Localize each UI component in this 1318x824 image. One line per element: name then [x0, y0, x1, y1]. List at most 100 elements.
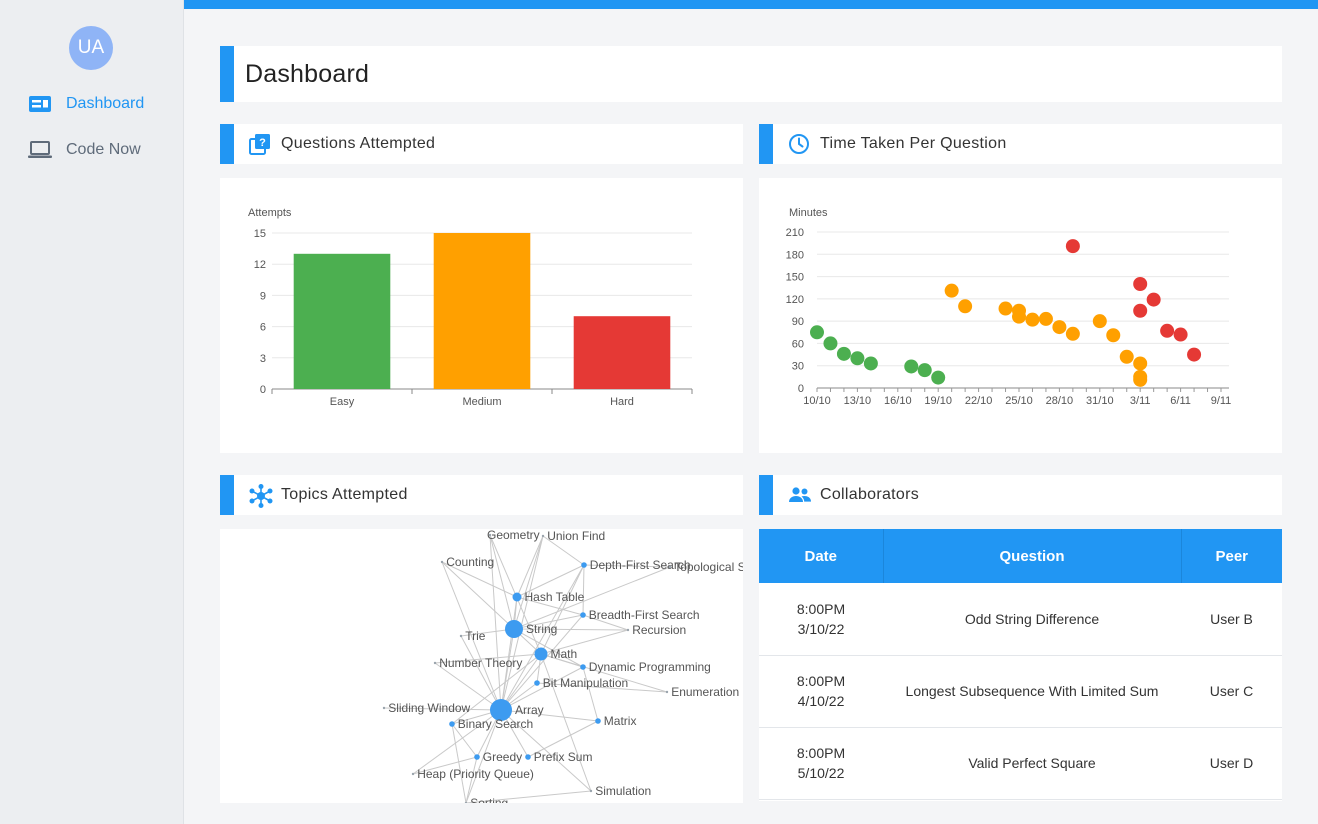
scatter-point	[1187, 347, 1202, 362]
graph-node	[665, 690, 669, 694]
column-header-date[interactable]: Date	[759, 529, 884, 583]
bar-easy	[293, 253, 391, 389]
node-label: Topological Sort	[674, 560, 743, 574]
graph-edge	[441, 561, 515, 630]
hub-network-icon	[249, 484, 273, 508]
scatter-point	[1133, 356, 1148, 371]
bar-hard	[573, 316, 671, 389]
y-tick-label: 180	[786, 249, 804, 261]
scatter-point	[1038, 311, 1053, 326]
page-header: Dashboard	[220, 46, 1282, 102]
sidebar-item-label: Code Now	[66, 141, 141, 158]
y-tick-label: 6	[260, 322, 266, 334]
node-label: Recursion	[632, 623, 686, 637]
graph-node	[580, 664, 586, 670]
sidebar-item-label: Dashboard	[66, 95, 145, 112]
time-text: 8:00PM	[796, 673, 846, 689]
node-label: Heap (Priority Queue)	[417, 767, 534, 781]
graph-node	[512, 592, 522, 602]
svg-text:?: ?	[259, 137, 266, 149]
column-header-question[interactable]: Question	[883, 529, 1182, 583]
x-tick-label: 16/10	[884, 395, 912, 407]
scatter-point	[1133, 372, 1148, 387]
graph-node	[668, 565, 672, 569]
node-label: Union Find	[547, 529, 605, 543]
time-taken-chart: Minutes 0 30 60 90 120 150 180 210 10/10 13/10 16/1…	[759, 178, 1282, 453]
graph-node	[534, 680, 540, 686]
y-tick-label: 30	[792, 361, 804, 373]
node-label: Dynamic Programming	[589, 660, 711, 674]
scatter-point	[863, 356, 878, 371]
question-cell: Valid Perfect Square	[883, 727, 1181, 800]
collaborators-header: Collaborators	[759, 475, 1282, 515]
sidebar-item-code-now[interactable]: Code Now	[28, 138, 141, 162]
scatter-point	[998, 301, 1013, 316]
questions-attempted-chart: Attempts 0 3 6 9 12 15 Easy Medium Hard	[220, 178, 743, 453]
scatter-chart: Minutes 0 30 60 90 120 150 180 210 10/10 13/10 16/1…	[786, 207, 1232, 407]
y-tick-label: 9	[260, 290, 266, 302]
time-text: 8:00PM	[796, 745, 846, 761]
date-text: 5/10/22	[797, 765, 845, 781]
scatter-point	[1133, 303, 1148, 318]
date-cell: 8:00PM 3/10/22	[759, 583, 883, 656]
node-label: Hash Table	[525, 590, 585, 604]
scatter-point	[850, 351, 865, 366]
y-tick-label: 120	[786, 294, 804, 306]
scatter-point	[1160, 323, 1175, 338]
graph-node	[449, 721, 455, 727]
node-label: Enumeration	[671, 685, 739, 699]
y-axis-label: Minutes	[789, 207, 828, 219]
graph-node	[595, 718, 601, 724]
section-title: Collaborators	[820, 486, 920, 503]
graph-node	[534, 647, 548, 661]
collaborators-table: Date Question Peer 8:00PM 3/10/22 Odd Str…	[759, 529, 1282, 800]
x-tick-label: 3/11	[1130, 395, 1151, 407]
table-row[interactable]: 8:00PM 5/10/22 Valid Perfect Square User …	[759, 727, 1282, 800]
avatar[interactable]: UA	[69, 26, 113, 70]
section-title: Questions Attempted	[281, 135, 436, 152]
date-text: 4/10/22	[797, 693, 845, 709]
graph-node	[505, 620, 523, 638]
sidebar-item-dashboard[interactable]: Dashboard	[28, 92, 144, 116]
scatter-point	[1065, 326, 1080, 341]
node-label: Breadth-First Search	[589, 608, 700, 622]
column-header-peer[interactable]: Peer	[1181, 529, 1282, 583]
graph-edge	[513, 535, 544, 630]
node-label: Simulation	[595, 784, 651, 798]
graph-edge	[540, 653, 592, 792]
question-cell: Odd String Difference	[883, 583, 1181, 656]
time-taken-header: Time Taken Per Question	[759, 124, 1282, 164]
scatter-point	[836, 346, 851, 361]
graph-node	[525, 754, 531, 760]
scatter-point	[917, 363, 932, 378]
table-row[interactable]: 8:00PM 3/10/22 Odd String Difference User…	[759, 583, 1282, 656]
node-label: Binary Search	[458, 717, 533, 731]
scatter-point	[1119, 349, 1134, 364]
header-accent	[220, 46, 234, 102]
sidebar: UA Dashboard Code Now	[0, 0, 184, 824]
table-row[interactable]: 8:00PM 4/10/22 Longest Subsequence With L…	[759, 655, 1282, 728]
help-box-icon: ?	[249, 133, 271, 155]
node-label: Sliding Window	[388, 701, 470, 715]
bar-medium	[433, 233, 531, 389]
bar-chart: Attempts 0 3 6 9 12 15 Easy Medium Hard	[248, 207, 693, 408]
graph-node	[459, 634, 463, 638]
date-cell: 8:00PM 4/10/22	[759, 655, 883, 728]
graph-node	[580, 612, 586, 618]
time-text: 8:00PM	[796, 600, 846, 617]
laptop-icon	[28, 138, 52, 162]
node-label: Prefix Sum	[534, 750, 593, 764]
graph-node	[433, 661, 437, 665]
x-tick-label: 28/10	[1046, 395, 1074, 407]
scatter-point	[1025, 312, 1040, 327]
page-title: Dashboard	[245, 60, 370, 88]
peer-cell: User C	[1181, 655, 1282, 728]
node-label: Matrix	[604, 714, 637, 728]
node-label: Sorting	[470, 796, 508, 803]
node-label: Bit Manipulation	[543, 676, 628, 690]
scatter-point	[1092, 314, 1107, 329]
section-accent	[759, 124, 773, 164]
graph-edge	[460, 635, 502, 711]
node-label: Geometry	[487, 529, 540, 542]
x-tick-label: Easy	[330, 396, 355, 408]
